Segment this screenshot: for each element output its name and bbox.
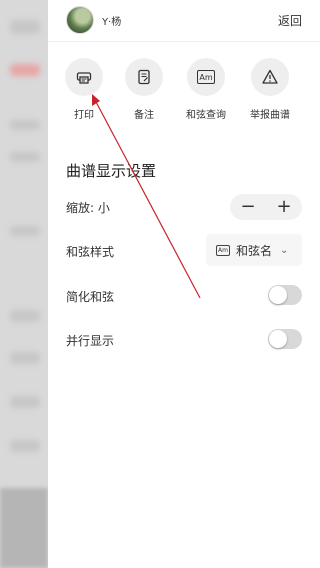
warning-icon xyxy=(262,69,278,84)
background-page-dimmed[interactable] xyxy=(0,0,48,568)
blurred-element xyxy=(10,396,40,408)
print-icon-circle xyxy=(65,58,103,96)
zoom-row: 缩放: 小 − + xyxy=(66,193,302,221)
zoom-stepper: − + xyxy=(230,194,302,220)
blurred-element xyxy=(10,352,40,364)
chord-style-value: 和弦名 xyxy=(236,243,273,258)
simplify-chord-toggle[interactable] xyxy=(268,285,302,305)
blurred-element xyxy=(10,20,40,34)
parallel-display-toggle[interactable] xyxy=(268,329,302,349)
settings-drawer: Y·杨 返回 打印 备注 Am 和弦查询 举报曲谱 曲谱显示设置 缩放: 小 −… xyxy=(48,0,320,568)
note-button[interactable]: 备注 xyxy=(114,58,174,121)
simplify-chord-label: 简化和弦 xyxy=(66,290,115,304)
toggle-knob xyxy=(269,330,287,348)
chord-am-icon-text: Am xyxy=(199,72,213,82)
chord-am-icon: Am xyxy=(197,70,215,84)
blurred-element xyxy=(10,310,40,322)
section-title: 曲谱显示设置 xyxy=(66,162,157,180)
zoom-out-button[interactable]: − xyxy=(230,194,266,220)
chevron-down-icon: ⌄ xyxy=(280,244,289,256)
report-score-button[interactable]: 举报曲谱 xyxy=(240,58,300,121)
report-icon-circle xyxy=(251,58,289,96)
note-label: 备注 xyxy=(134,110,154,121)
zoom-label: 缩放: 小 xyxy=(66,201,110,215)
print-button[interactable]: 打印 xyxy=(54,58,114,121)
chord-am-icon: Am xyxy=(216,244,230,256)
username: Y·杨 xyxy=(102,17,122,28)
note-icon xyxy=(138,69,150,85)
zoom-in-button[interactable]: + xyxy=(266,194,302,220)
chord-lookup-button[interactable]: Am 和弦查询 xyxy=(176,58,236,121)
chord-lookup-label: 和弦查询 xyxy=(186,110,226,121)
chord-style-row: 和弦样式 Am 和弦名 ⌄ xyxy=(66,234,302,266)
chord-style-label: 和弦样式 xyxy=(66,245,115,259)
blurred-element xyxy=(10,440,40,452)
chord-icon-circle: Am xyxy=(187,58,225,96)
printer-icon xyxy=(76,72,92,84)
toggle-knob xyxy=(269,286,287,304)
parallel-display-label: 并行显示 xyxy=(66,334,115,348)
parallel-display-row: 并行显示 xyxy=(66,326,302,354)
blurred-element xyxy=(10,226,40,236)
print-label: 打印 xyxy=(74,110,94,121)
blurred-element xyxy=(10,64,40,76)
back-button[interactable]: 返回 xyxy=(278,12,302,29)
blurred-element xyxy=(10,152,40,162)
simplify-chord-row: 简化和弦 xyxy=(66,282,302,310)
drawer-header: Y·杨 返回 xyxy=(48,0,320,42)
chord-style-select[interactable]: Am 和弦名 ⌄ xyxy=(206,234,302,266)
report-score-label: 举报曲谱 xyxy=(250,110,290,121)
blurred-bottom-bar xyxy=(0,488,48,568)
note-icon-circle xyxy=(125,58,163,96)
avatar[interactable] xyxy=(66,6,94,34)
action-row: 打印 备注 Am 和弦查询 举报曲谱 xyxy=(48,58,320,128)
blurred-element xyxy=(10,120,40,130)
